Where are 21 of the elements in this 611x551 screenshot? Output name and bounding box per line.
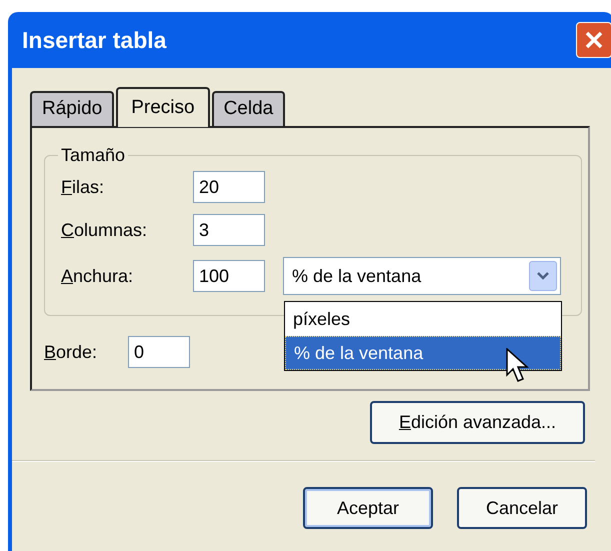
- field-label: Borde:: [44, 340, 98, 364]
- field-label: Filas:: [61, 176, 106, 198]
- text-field[interactable]: 0: [128, 336, 190, 368]
- advanced-edit-button[interactable]: Edición avanzada...: [370, 401, 585, 444]
- group-title: Tamaño: [60, 144, 126, 167]
- field-label: Columnas:: [61, 218, 148, 242]
- unit-dropdown[interactable]: % de la ventana: [283, 257, 561, 295]
- dropdown-option[interactable]: píxeles: [285, 302, 561, 336]
- window-title: Insertar tabla: [22, 26, 166, 55]
- tab[interactable]: Preciso: [116, 87, 210, 127]
- text-field[interactable]: 20: [193, 171, 265, 203]
- text-field[interactable]: 100: [193, 260, 265, 292]
- field-label: Anchura:: [61, 264, 134, 288]
- close-button[interactable]: [576, 22, 611, 58]
- tab[interactable]: Rápido: [30, 91, 114, 126]
- text-field[interactable]: 3: [193, 214, 265, 246]
- close-icon: [584, 30, 604, 50]
- dropdown-option[interactable]: % de la ventana: [285, 336, 561, 370]
- dialog-button[interactable]: Cancelar: [457, 487, 587, 529]
- dialog-button[interactable]: Aceptar: [303, 487, 433, 529]
- tab[interactable]: Celda: [212, 91, 286, 126]
